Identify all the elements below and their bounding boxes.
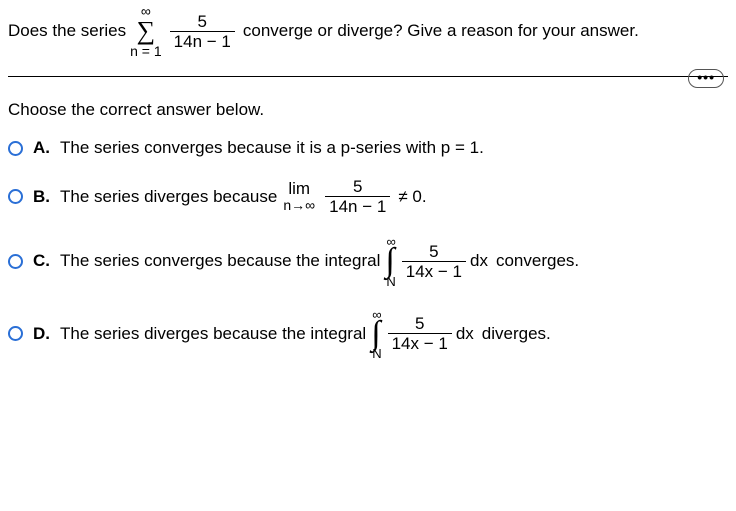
option-b: B. The series diverges because lim n→∞ 5… <box>8 178 728 215</box>
fraction-numerator: 5 <box>194 13 211 31</box>
option-c: C. The series converges because the inte… <box>8 235 728 288</box>
option-d-pre: The series diverges because the integral <box>60 324 366 344</box>
fraction-denominator: 14n − 1 <box>325 196 390 215</box>
option-c-pre: The series converges because the integra… <box>60 251 380 271</box>
fraction-numerator: 5 <box>349 178 366 196</box>
radio-d[interactable] <box>8 326 23 341</box>
sigma-lower-bound: n = 1 <box>130 44 162 58</box>
question-post: converge or diverge? Give a reason for y… <box>243 21 639 41</box>
option-c-post: converges. <box>496 251 579 271</box>
option-d-text: The series diverges because the integral… <box>60 308 555 361</box>
option-c-text: The series converges because the integra… <box>60 235 583 288</box>
fraction-denominator: 14x − 1 <box>402 261 466 280</box>
integral-lower: N <box>386 275 395 288</box>
option-d: D. The series diverges because the integ… <box>8 308 728 361</box>
integral-lower: N <box>372 347 381 360</box>
more-options-button[interactable]: ••• <box>688 69 724 88</box>
question-pre: Does the series <box>8 21 126 41</box>
option-b-label: B. <box>33 187 50 207</box>
option-d-label: D. <box>33 324 50 344</box>
fraction-denominator: 14n − 1 <box>170 31 235 50</box>
limit-symbol: lim <box>288 180 310 198</box>
option-b-post: ≠ 0. <box>398 187 426 207</box>
integral-symbol-wrap: ∞ ∫ N <box>384 235 395 288</box>
option-b-text: The series diverges because lim n→∞ 5 14… <box>60 178 431 215</box>
radio-b[interactable] <box>8 189 23 204</box>
option-c-fraction: 5 14x − 1 <box>402 243 466 280</box>
option-d-post: diverges. <box>482 324 551 344</box>
option-d-fraction: 5 14x − 1 <box>388 315 452 352</box>
fraction-numerator: 5 <box>425 243 442 261</box>
limit-approach: n→∞ <box>283 198 315 213</box>
radio-a[interactable] <box>8 141 23 156</box>
option-c-label: C. <box>33 251 50 271</box>
option-b-fraction: 5 14n − 1 <box>325 178 390 215</box>
integral-symbol: ∫ <box>385 246 394 277</box>
limit-notation: lim n→∞ <box>283 180 315 213</box>
option-a: A. The series converges because it is a … <box>8 138 728 158</box>
series-term-fraction: 5 14n − 1 <box>170 13 235 50</box>
integral-symbol: ∫ <box>371 319 380 350</box>
instruction-text: Choose the correct answer below. <box>8 100 728 120</box>
integral-notation-c: ∞ ∫ N 5 14x − 1 dx <box>384 235 488 288</box>
sigma-notation: ∞ ∑ n = 1 <box>130 4 162 58</box>
fraction-numerator: 5 <box>411 315 428 333</box>
option-b-pre: The series diverges because <box>60 187 277 207</box>
question-text: Does the series ∞ ∑ n = 1 5 14n − 1 conv… <box>8 4 728 58</box>
radio-c[interactable] <box>8 254 23 269</box>
option-a-text: The series converges because it is a p-s… <box>60 138 484 158</box>
dx-label: dx <box>470 251 488 271</box>
question-container: Does the series ∞ ∑ n = 1 5 14n − 1 conv… <box>0 0 736 388</box>
integral-symbol-wrap: ∞ ∫ N <box>370 308 381 361</box>
option-a-label: A. <box>33 138 50 158</box>
fraction-denominator: 14x − 1 <box>388 333 452 352</box>
integral-notation-d: ∞ ∫ N 5 14x − 1 dx <box>370 308 474 361</box>
dx-label: dx <box>456 324 474 344</box>
sigma-symbol: ∑ <box>137 18 156 44</box>
